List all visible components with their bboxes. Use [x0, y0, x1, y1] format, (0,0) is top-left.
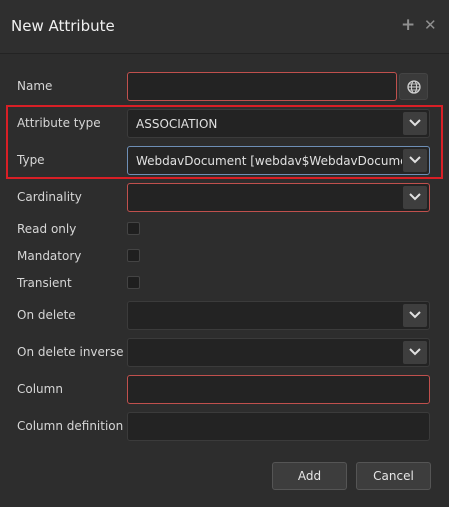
- transient-label: Transient: [17, 276, 72, 290]
- add-button[interactable]: Add: [272, 462, 347, 490]
- cancel-button[interactable]: Cancel: [356, 462, 431, 490]
- type-select[interactable]: WebdavDocument [webdav$WebdavDocument: [127, 146, 430, 175]
- chevron-down-icon: [409, 119, 421, 127]
- dialog-title: New Attribute: [11, 17, 115, 35]
- chevron-down-icon: [409, 193, 421, 201]
- globe-icon: [407, 80, 421, 94]
- name-input[interactable]: [127, 72, 397, 101]
- cardinality-select[interactable]: [127, 183, 430, 212]
- type-label: Type: [17, 153, 45, 167]
- attribute-type-dropdown-button[interactable]: [403, 112, 427, 135]
- attribute-type-label: Attribute type: [17, 116, 101, 130]
- column-input[interactable]: [127, 375, 430, 404]
- on-delete-dropdown-button[interactable]: [403, 304, 427, 327]
- chevron-down-icon: [409, 348, 421, 356]
- attribute-type-select[interactable]: ASSOCIATION: [127, 109, 430, 138]
- cardinality-label: Cardinality: [17, 190, 82, 204]
- cardinality-dropdown-button[interactable]: [403, 186, 427, 209]
- chevron-down-icon: [409, 311, 421, 319]
- read-only-label: Read only: [17, 222, 77, 236]
- translate-button[interactable]: [399, 73, 428, 100]
- close-icon[interactable]: ✕: [424, 15, 437, 35]
- on-delete-select[interactable]: [127, 301, 430, 330]
- plus-icon[interactable]: +: [401, 15, 415, 35]
- type-dropdown-button[interactable]: [403, 149, 427, 172]
- on-delete-inverse-label: On delete inverse: [17, 345, 124, 359]
- read-only-checkbox[interactable]: [127, 222, 140, 235]
- column-label: Column: [17, 382, 63, 396]
- new-attribute-dialog: New Attribute + ✕ Name Attribute type AS…: [0, 0, 449, 507]
- mandatory-checkbox[interactable]: [127, 249, 140, 262]
- on-delete-inverse-dropdown-button[interactable]: [403, 341, 427, 364]
- chevron-down-icon: [409, 156, 421, 164]
- on-delete-inverse-select[interactable]: [127, 338, 430, 367]
- dialog-titlebar: New Attribute + ✕: [0, 0, 449, 54]
- mandatory-label: Mandatory: [17, 249, 82, 263]
- transient-checkbox[interactable]: [127, 276, 140, 289]
- column-definition-input[interactable]: [127, 412, 430, 441]
- on-delete-label: On delete: [17, 308, 76, 322]
- column-definition-label: Column definition: [17, 419, 124, 433]
- name-label: Name: [17, 79, 53, 93]
